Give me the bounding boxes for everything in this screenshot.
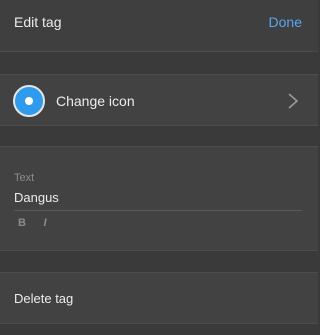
bold-button[interactable]: B	[16, 217, 28, 229]
radio-circle-icon[interactable]	[13, 85, 45, 117]
delete-tag-button[interactable]: Delete tag	[0, 272, 318, 324]
chevron-right-icon	[288, 93, 299, 109]
header-bar: Edit tag Done	[0, 0, 318, 52]
italic-button[interactable]: I	[39, 217, 51, 229]
change-icon-label: Change icon	[56, 93, 135, 109]
done-button[interactable]: Done	[269, 14, 302, 30]
text-field-label: Text	[14, 172, 35, 184]
change-icon-row[interactable]: Change icon	[0, 74, 318, 126]
page-title: Edit tag	[14, 14, 62, 30]
text-field-section: Text Dangus B I	[0, 146, 318, 251]
text-input[interactable]: Dangus	[14, 190, 302, 211]
delete-tag-label: Delete tag	[14, 291, 74, 306]
